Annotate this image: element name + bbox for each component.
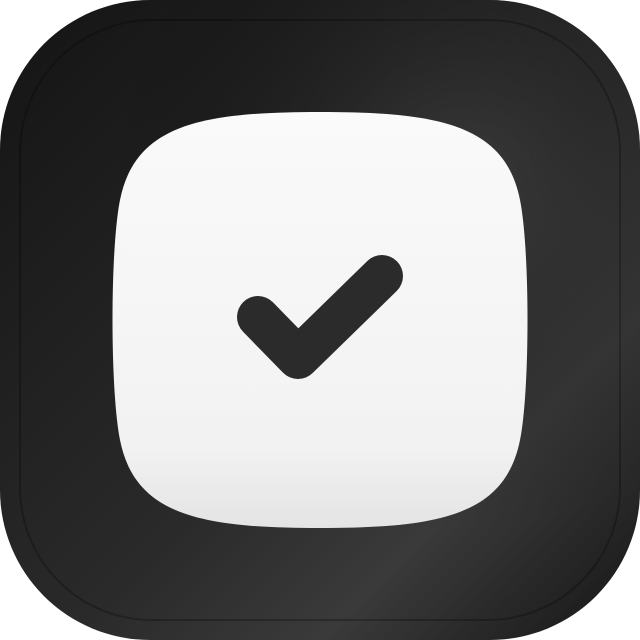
app-icon-graphic (0, 0, 640, 640)
app-icon (0, 0, 640, 640)
